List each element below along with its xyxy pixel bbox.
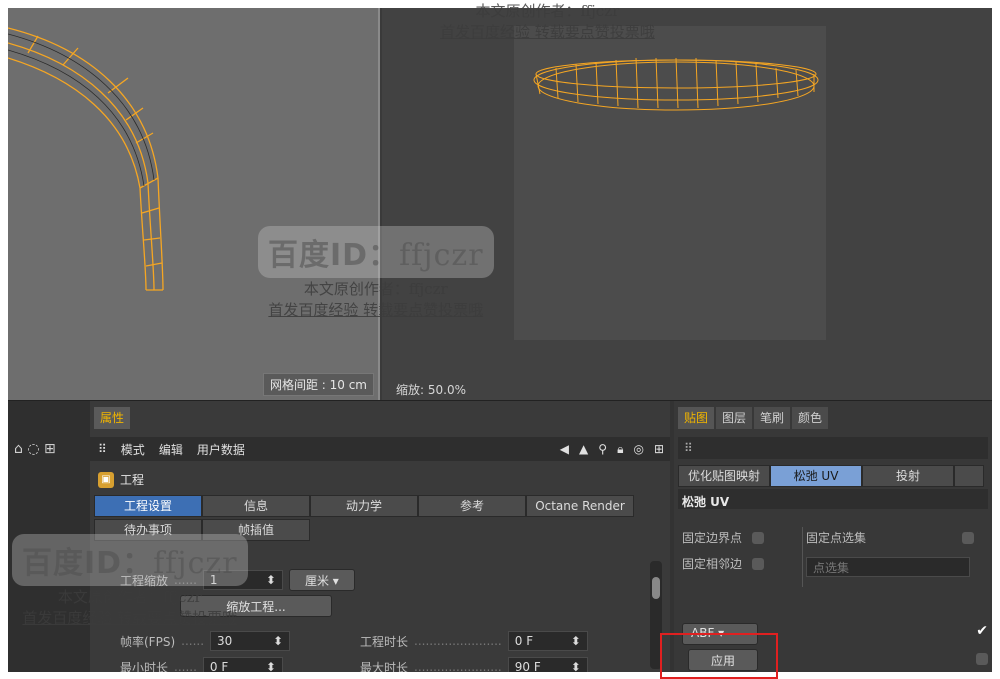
scroll-thumb[interactable] [652, 577, 660, 599]
proj-length-row: 工程时长 ....................... 0 F ⬍ [360, 631, 588, 651]
proj-length-field[interactable]: 0 F ⬍ [507, 631, 588, 651]
scale-label: 工程缩放 [120, 573, 169, 588]
fix-neighbor-row: 固定相邻边 [682, 555, 765, 572]
scale-project-button[interactable]: 缩放工程... [180, 595, 332, 617]
fix-neighbor-checkbox[interactable] [752, 557, 765, 570]
project-header: ▣ 工程 [98, 471, 144, 488]
texture-tabs: 贴图 图层 笔刷 颜色 [678, 407, 829, 429]
grip-icon: ⠿ [684, 441, 693, 455]
relax-uv-title: 松弛 UV [682, 495, 730, 509]
fix-selection-checkbox[interactable] [962, 531, 975, 544]
fps-row: 帧率(FPS) ...... 30 ⬍ [120, 631, 291, 651]
proj-length-label: 工程时长 [360, 634, 409, 649]
min-length-row: 最小时长 ...... 0 F ⬍ [120, 657, 283, 672]
home-icon[interactable]: ⌂ [14, 441, 23, 457]
stepper-icon: ⬍ [272, 634, 284, 648]
scale-row: 工程缩放 ...... 1 ⬍ 厘米 ▾ [120, 569, 355, 591]
max-length-field[interactable]: 90 F ⬍ [507, 657, 588, 672]
tab-color[interactable]: 颜色 [792, 407, 829, 429]
perspective-viewport[interactable]: 网格间距 : 10 cm [8, 8, 380, 400]
target-icon[interactable]: ◎ [633, 442, 643, 457]
add-icon[interactable]: ⊞ [44, 441, 56, 457]
fix-neighbor-label: 固定相邻边 [682, 557, 743, 571]
tab-attributes[interactable]: 属性 [94, 407, 131, 429]
tab-optimize-mapping[interactable]: 优化贴图映射 [678, 465, 770, 487]
project-tabs-row2: 待办事项 帧插值 [94, 519, 310, 541]
stepper-icon: ⬍ [265, 660, 276, 672]
scale-field[interactable]: 1 ⬍ [202, 570, 283, 590]
back-arrow-icon[interactable]: ◀ [560, 442, 569, 457]
texture-panel: 贴图 图层 笔刷 颜色 ⠿ 优化贴图映射 松弛 UV 投射 松弛 UV 固定边界… [674, 401, 992, 672]
tab-relax-uv[interactable]: 松弛 UV [770, 465, 862, 487]
point-selection-field[interactable]: 点选集 [806, 557, 970, 577]
stepper-icon: ⬍ [570, 634, 581, 648]
unit-dropdown[interactable]: 厘米 ▾ [288, 569, 355, 591]
min-length-field[interactable]: 0 F ⬍ [202, 657, 283, 672]
search-obj-icon[interactable]: ◌ [27, 441, 39, 457]
up-arrow-icon[interactable]: ▲ [579, 442, 588, 457]
object-manager-strip: ⌂ ◌ ⊞ [8, 401, 90, 672]
fps-field[interactable]: 30 ⬍ [210, 631, 291, 651]
apply-highlight-box [660, 633, 778, 679]
new-panel-icon[interactable]: ⊞ [654, 442, 664, 457]
uv-subtabs: 优化贴图映射 松弛 UV 投射 [678, 465, 984, 487]
fps-label: 帧率(FPS) [120, 634, 176, 649]
max-length-label: 最大时长 [360, 660, 409, 673]
tab-projection[interactable]: 投射 [862, 465, 954, 487]
stepper-icon: ⬍ [570, 660, 581, 672]
cinema4d-window: 网格间距 : 10 cm 缩放: 50.0% ⌂ ◌ ⊞ 属性 ⠿ 模式 编辑 … [8, 8, 992, 672]
fix-border-label: 固定边界点 [682, 531, 743, 545]
tab-more[interactable] [954, 465, 984, 487]
tab-info[interactable]: 信息 [202, 495, 310, 517]
bottom-panels: ⌂ ◌ ⊞ 属性 ⠿ 模式 编辑 用户数据 ◀ ▲ ⚲ 🔒︎ ◎ ⊞ ▣ 工程 … [8, 400, 992, 672]
divider [802, 527, 803, 587]
uv-mesh [533, 57, 819, 111]
texture-toolbar: ⠿ [678, 437, 988, 459]
tab-layers[interactable]: 图层 [716, 407, 753, 429]
fix-border-row: 固定边界点 [682, 529, 765, 546]
attribute-tools: ◀ ▲ ⚲ 🔒︎ ◎ ⊞ [560, 442, 670, 457]
tab-dynamics[interactable]: 动力学 [310, 495, 418, 517]
attributes-panel: 属性 ⠿ 模式 编辑 用户数据 ◀ ▲ ⚲ 🔒︎ ◎ ⊞ ▣ 工程 工程设置 信… [90, 401, 670, 672]
project-icon: ▣ [98, 471, 114, 488]
right-checkbox[interactable] [976, 653, 988, 665]
scale-project-row: 缩放工程... [180, 595, 332, 617]
fix-border-checkbox[interactable] [752, 531, 765, 544]
tab-texture[interactable]: 贴图 [678, 407, 715, 429]
tab-interpolation[interactable]: 帧插值 [202, 519, 310, 541]
tab-project-settings[interactable]: 工程设置 [94, 495, 202, 517]
fix-selection-label: 固定点选集 [806, 531, 867, 545]
uv-viewport[interactable]: 缩放: 50.0% [382, 8, 992, 400]
grip-icon: ⠿ [98, 442, 107, 456]
object-tools: ⌂ ◌ ⊞ [14, 441, 56, 457]
tab-brush[interactable]: 笔刷 [754, 407, 791, 429]
grid-spacing-label: 网格间距 : 10 cm [262, 373, 374, 396]
menu-user-data[interactable]: 用户数据 [197, 441, 245, 458]
tab-octane[interactable]: Octane Render [526, 495, 634, 517]
fix-selection-row: 固定点选集 [806, 529, 975, 546]
project-tabs: 工程设置 信息 动力学 参考 Octane Render [94, 495, 634, 517]
tab-todo[interactable]: 待办事项 [94, 519, 202, 541]
menu-mode[interactable]: 模式 [121, 441, 145, 458]
max-length-row: 最大时长 ....................... 90 F ⬍ [360, 657, 588, 672]
search-icon[interactable]: ⚲ [598, 442, 607, 457]
check-icon: ✔ [976, 623, 988, 639]
lock-icon[interactable]: 🔒︎ [617, 442, 623, 457]
zoom-label: 缩放: 50.0% [396, 383, 466, 397]
mesh-arc [8, 27, 164, 291]
stepper-icon: ⬍ [265, 573, 276, 587]
project-title: 工程 [120, 473, 145, 487]
min-length-label: 最小时长 [120, 660, 169, 673]
attributes-menu: ⠿ 模式 编辑 用户数据 ◀ ▲ ⚲ 🔒︎ ◎ ⊞ [90, 437, 670, 461]
tab-reference[interactable]: 参考 [418, 495, 526, 517]
menu-edit[interactable]: 编辑 [159, 441, 183, 458]
